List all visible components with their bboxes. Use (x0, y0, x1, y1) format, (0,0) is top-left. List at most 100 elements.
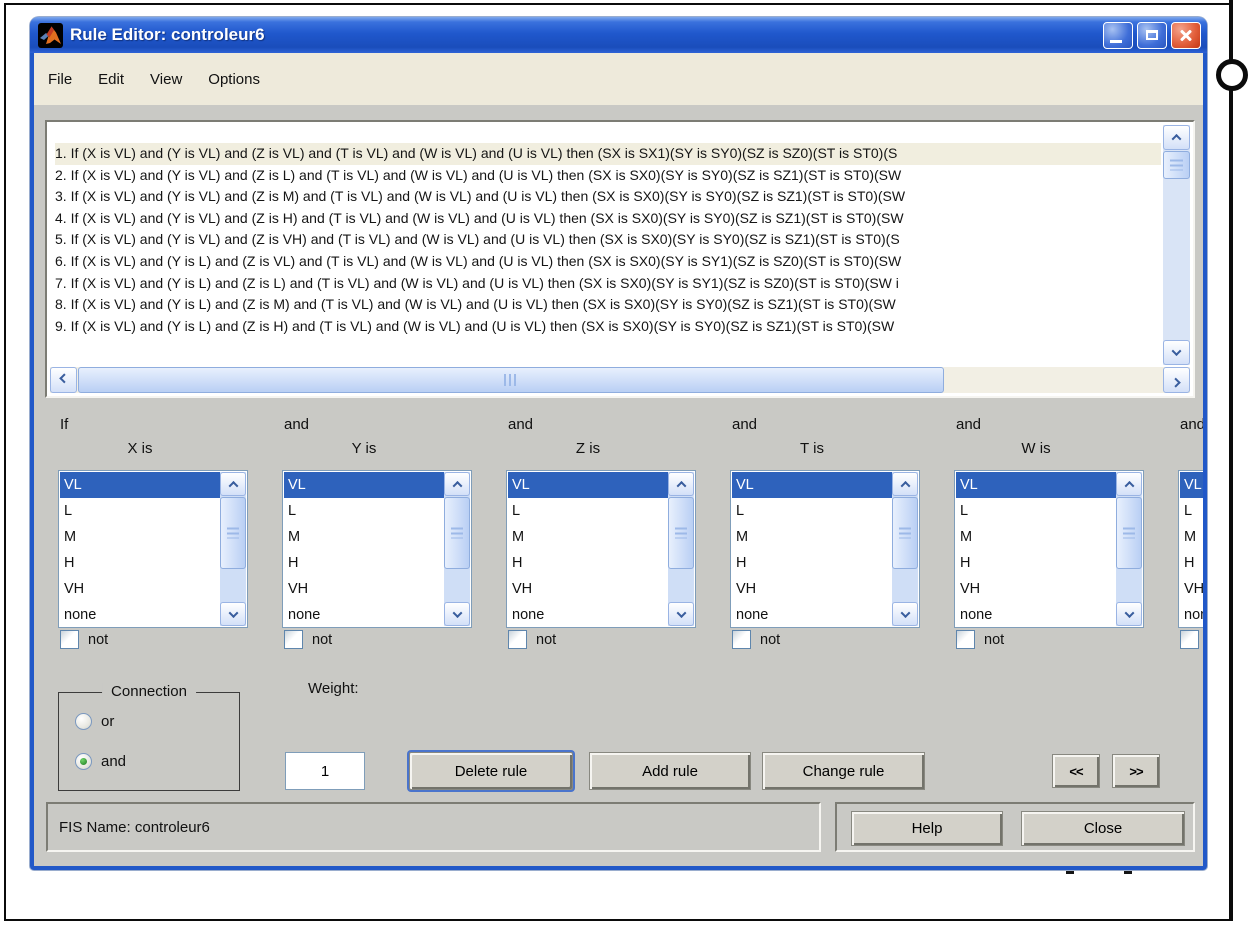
term-listbox[interactable]: VLLMHVHnone (730, 470, 920, 628)
term-option-VL[interactable]: VL (508, 472, 668, 498)
scroll-up-button[interactable] (1163, 125, 1190, 150)
rule-list[interactable]: 1. If (X is VL) and (Y is VL) and (Z is … (49, 124, 1161, 366)
term-option-VL[interactable]: VL (732, 472, 892, 498)
not-checkbox[interactable] (508, 630, 527, 649)
prev-page-button[interactable]: << (1052, 754, 1100, 788)
term-option-M[interactable]: M (60, 524, 220, 550)
not-checkbox[interactable] (60, 630, 79, 649)
term-listbox[interactable]: VLLMHVHnone (282, 470, 472, 628)
listbox-scrollbar[interactable] (444, 472, 470, 626)
term-option-L[interactable]: L (284, 498, 444, 524)
rule-line[interactable]: 3. If (X is VL) and (Y is VL) and (Z is … (55, 186, 1161, 208)
term-listbox[interactable]: VLLMHVHnone (58, 470, 248, 628)
help-button[interactable]: Help (851, 811, 1003, 846)
rule-line[interactable]: 5. If (X is VL) and (Y is VL) and (Z is … (55, 229, 1161, 251)
term-option-none[interactable]: none (60, 602, 220, 626)
scroll-left-button[interactable] (50, 367, 77, 393)
term-option-L[interactable]: L (60, 498, 220, 524)
term-option-none[interactable]: none (284, 602, 444, 626)
rule-line[interactable]: 9. If (X is VL) and (Y is L) and (Z is H… (55, 316, 1161, 338)
term-option-VH[interactable]: VH (60, 576, 220, 602)
scroll-down-button[interactable] (1163, 340, 1190, 365)
vertical-scroll-thumb[interactable] (220, 497, 246, 569)
term-option-VL[interactable]: VL (284, 472, 444, 498)
maximize-button[interactable] (1137, 22, 1167, 49)
connection-radio-and[interactable] (75, 753, 92, 770)
rule-line[interactable]: 7. If (X is VL) and (Y is L) and (Z is L… (55, 273, 1161, 295)
not-checkbox[interactable] (1180, 630, 1199, 649)
term-option-none[interactable]: none (956, 602, 1116, 626)
scroll-down-button[interactable] (892, 602, 918, 626)
term-option-L[interactable]: L (508, 498, 668, 524)
vertical-scroll-thumb[interactable] (668, 497, 694, 569)
term-option-H[interactable]: H (1180, 550, 1203, 576)
term-option-M[interactable]: M (284, 524, 444, 550)
scroll-right-button[interactable] (1163, 367, 1190, 393)
vertical-scroll-thumb[interactable] (1116, 497, 1142, 569)
close-window-button[interactable] (1171, 22, 1201, 49)
scroll-down-button[interactable] (1116, 602, 1142, 626)
listbox-scrollbar[interactable] (220, 472, 246, 626)
rule-list-horizontal-scrollbar[interactable] (50, 367, 1190, 393)
not-checkbox[interactable] (732, 630, 751, 649)
menu-item-options[interactable]: Options (208, 71, 260, 88)
listbox-scrollbar[interactable] (1116, 472, 1142, 626)
term-option-H[interactable]: H (508, 550, 668, 576)
titlebar[interactable]: Rule Editor: controleur6 (30, 17, 1207, 53)
term-listbox[interactable]: VLLMHVHnone (506, 470, 696, 628)
scroll-down-button[interactable] (220, 602, 246, 626)
term-option-none[interactable]: none (732, 602, 892, 626)
term-option-VH[interactable]: VH (732, 576, 892, 602)
term-option-M[interactable]: M (732, 524, 892, 550)
term-option-H[interactable]: H (956, 550, 1116, 576)
term-option-VH[interactable]: VH (508, 576, 668, 602)
term-listbox[interactable]: VLLMHVHnone (1178, 470, 1203, 628)
listbox-scrollbar[interactable] (892, 472, 918, 626)
add-rule-button[interactable]: Add rule (589, 752, 751, 790)
scroll-down-button[interactable] (444, 602, 470, 626)
rule-line[interactable]: 8. If (X is VL) and (Y is L) and (Z is M… (55, 294, 1161, 316)
term-option-VL[interactable]: VL (956, 472, 1116, 498)
menu-item-edit[interactable]: Edit (98, 71, 124, 88)
vertical-scroll-thumb[interactable] (892, 497, 918, 569)
scroll-up-button[interactable] (892, 472, 918, 496)
term-option-VL[interactable]: VL (1180, 472, 1203, 498)
term-option-H[interactable]: H (732, 550, 892, 576)
scroll-up-button[interactable] (444, 472, 470, 496)
rule-line[interactable]: 4. If (X is VL) and (Y is VL) and (Z is … (55, 208, 1161, 230)
term-option-H[interactable]: H (60, 550, 220, 576)
term-option-VH[interactable]: VH (284, 576, 444, 602)
vertical-scroll-thumb[interactable] (1163, 151, 1190, 179)
weight-input[interactable] (285, 752, 365, 790)
term-option-none[interactable]: none (508, 602, 668, 626)
rule-list-vertical-scrollbar[interactable] (1163, 125, 1190, 365)
scroll-up-button[interactable] (668, 472, 694, 496)
scroll-down-button[interactable] (668, 602, 694, 626)
next-page-button[interactable]: >> (1112, 754, 1160, 788)
rule-line[interactable]: 6. If (X is VL) and (Y is L) and (Z is V… (55, 251, 1161, 273)
vertical-scroll-thumb[interactable] (444, 497, 470, 569)
term-option-VL[interactable]: VL (60, 472, 220, 498)
term-option-L[interactable]: L (732, 498, 892, 524)
term-option-M[interactable]: M (508, 524, 668, 550)
term-option-VH[interactable]: VH (1180, 576, 1203, 602)
term-listbox[interactable]: VLLMHVHnone (954, 470, 1144, 628)
term-option-VH[interactable]: VH (956, 576, 1116, 602)
menu-item-view[interactable]: View (150, 71, 182, 88)
not-checkbox[interactable] (956, 630, 975, 649)
change-rule-button[interactable]: Change rule (762, 752, 925, 790)
term-option-none[interactable]: none (1180, 602, 1203, 626)
scroll-up-button[interactable] (220, 472, 246, 496)
listbox-scrollbar[interactable] (668, 472, 694, 626)
term-option-H[interactable]: H (284, 550, 444, 576)
delete-rule-button[interactable]: Delete rule (409, 752, 573, 790)
scroll-up-button[interactable] (1116, 472, 1142, 496)
term-option-M[interactable]: M (956, 524, 1116, 550)
term-option-L[interactable]: L (1180, 498, 1203, 524)
rule-line[interactable]: 2. If (X is VL) and (Y is VL) and (Z is … (55, 165, 1161, 187)
term-option-M[interactable]: M (1180, 524, 1203, 550)
term-option-L[interactable]: L (956, 498, 1116, 524)
connection-radio-or[interactable] (75, 713, 92, 730)
menu-item-file[interactable]: File (48, 71, 72, 88)
rule-line[interactable]: 1. If (X is VL) and (Y is VL) and (Z is … (55, 143, 1161, 165)
